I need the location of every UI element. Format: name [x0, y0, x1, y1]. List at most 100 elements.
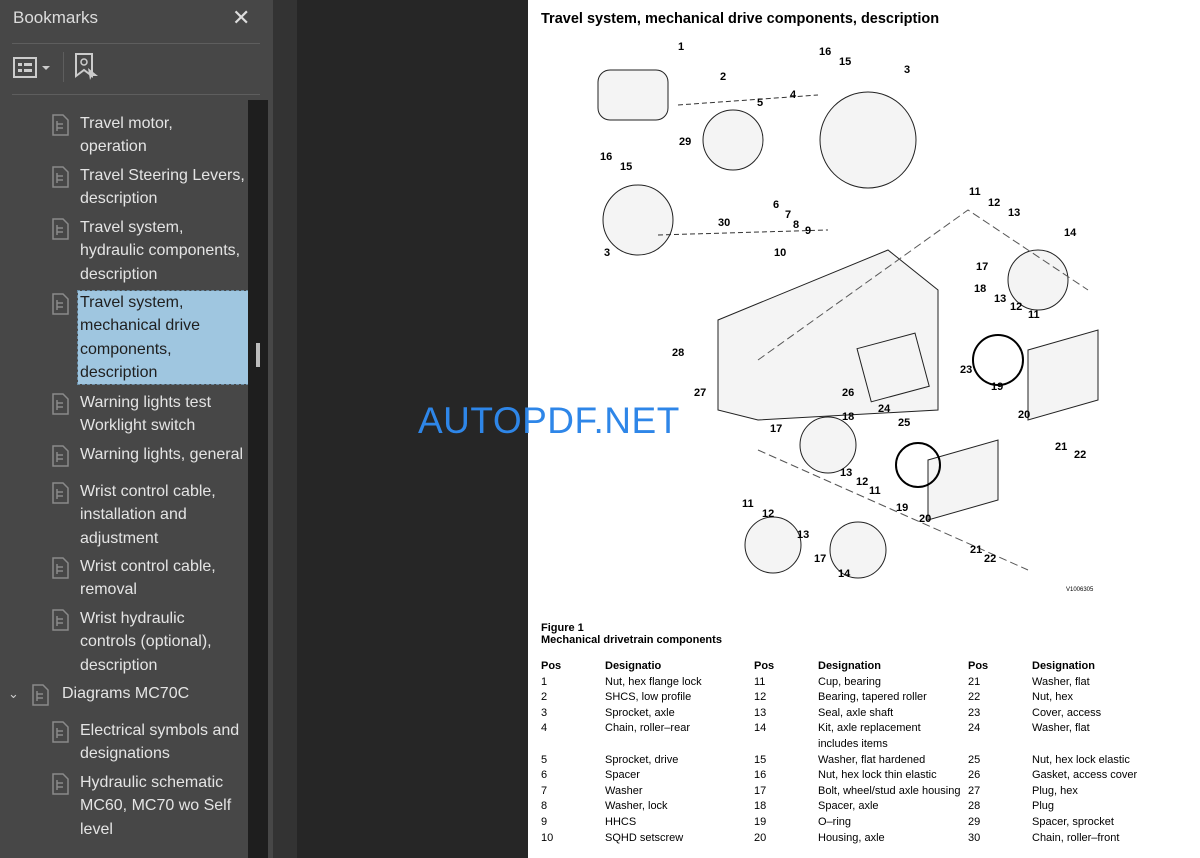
table-cell: 30 — [968, 831, 981, 844]
table-cell: 13 — [754, 706, 767, 719]
part-callout: 22 — [1074, 449, 1086, 461]
table-cell: 15 — [754, 753, 767, 766]
table-cell: 9 — [541, 815, 548, 828]
part-callout: 26 — [842, 387, 854, 399]
figure-caption-text: Mechanical drivetrain components — [541, 634, 722, 646]
bookmark-item[interactable]: Warning lights, general — [48, 443, 248, 467]
table-cell: HHCS — [605, 815, 637, 828]
divider — [12, 94, 260, 95]
panel-divider[interactable]: ◀ — [273, 0, 562, 858]
table-cell: 3 — [541, 706, 548, 719]
part-callout: 21 — [1055, 441, 1067, 453]
bookmark-label: Wrist control cable, removal — [78, 555, 248, 602]
table-cell: SQHD setscrew — [605, 831, 684, 844]
table-cell: 25 — [968, 753, 981, 766]
table-cell: Seal, axle shaft — [818, 706, 894, 719]
bookmark-item[interactable]: ⌄ Diagrams MC70C — [8, 682, 208, 706]
bookmark-label-line: Wrist control cable, — [80, 558, 216, 575]
part-callout: 11 — [969, 186, 981, 198]
scrollbar-thumb[interactable] — [256, 343, 260, 367]
list-options-icon[interactable] — [13, 56, 53, 80]
table-cell: 29 — [968, 815, 981, 828]
axle-sprocket — [602, 184, 674, 256]
part-callout: 9 — [805, 225, 811, 237]
column-header: Designatio — [605, 660, 662, 672]
divider — [63, 52, 64, 82]
bookmark-item[interactable]: Electrical symbols and designations — [48, 719, 248, 766]
bookmark-label-line: Travel motor, — [80, 115, 173, 132]
close-icon[interactable]: ✕ — [232, 5, 250, 31]
bookmark-label: Warning lights test Worklight switch — [78, 391, 248, 438]
table-row: 5 Sprocket, drive 15 Washer, flat hardened 2… — [541, 753, 1162, 769]
bookmark-page-icon — [52, 166, 69, 188]
part-callout: 11 — [1028, 309, 1040, 321]
bookmark-label-line: mechanical drive — [80, 317, 201, 335]
bookmark-label-line: Worklight switch — [80, 417, 196, 435]
bookmark-page-icon — [52, 445, 69, 467]
bookmark-page-icon — [52, 393, 69, 415]
travel-motor — [597, 69, 669, 121]
bookmark-item[interactable]: Wrist control cable, removal — [48, 555, 248, 602]
bookmark-label-line: installation and — [80, 506, 187, 524]
table-cell: 18 — [754, 800, 767, 813]
table-cell: 2 — [541, 691, 548, 704]
table-cell: 6 — [541, 769, 548, 782]
bookmark-label-line: Wrist hydraulic — [80, 610, 185, 627]
table-cell: 12 — [754, 691, 767, 704]
figure-caption: Figure 1 Mechanical drivetrain component… — [541, 622, 722, 646]
part-callout: 1 — [678, 41, 684, 53]
part-callout: 17 — [770, 423, 782, 435]
bookmark-item[interactable]: Wrist control cable, installation and adju… — [48, 480, 248, 550]
part-callout: 20 — [919, 513, 931, 525]
bookmark-label: Travel motor, operation — [78, 112, 248, 159]
table-cell: 11 — [754, 675, 766, 688]
bookmark-label-line: adjustment — [80, 529, 159, 547]
part-callout: 28 — [672, 347, 684, 359]
bookmark-item[interactable]: Hydraulic schematic MC60, MC70 wo Self lev… — [48, 771, 248, 841]
table-cell: Spacer, axle — [818, 800, 879, 813]
bookmark-label-line: Travel system, — [80, 219, 184, 236]
part-callout: 5 — [757, 97, 763, 109]
bookmark-item[interactable]: Travel Steering Levers, description — [48, 164, 248, 211]
table-cell: Washer, flat — [1032, 675, 1090, 688]
chevron-down-icon[interactable]: ⌄ — [8, 682, 19, 705]
table-cell: Sprocket, drive — [605, 753, 679, 766]
scrollbar[interactable] — [248, 100, 268, 858]
part-callout: 12 — [1010, 301, 1022, 313]
part-callout: 13 — [1008, 207, 1020, 219]
table-cell: 22 — [968, 691, 981, 704]
bookmark-label: Warning lights, general — [78, 443, 248, 466]
bookmark-find-icon[interactable] — [74, 52, 100, 82]
table-cell: Cover, access — [1032, 706, 1102, 719]
bookmark-label-line: description — [80, 265, 158, 283]
axle-sprocket — [819, 91, 917, 189]
bookmark-item[interactable]: Travel system, mechanical drive components… — [48, 289, 248, 386]
table-cell: Plug — [1032, 800, 1055, 813]
part-callout: 17 — [976, 261, 988, 273]
image-code: V1006305 — [1066, 587, 1094, 593]
part-callout: 18 — [842, 411, 854, 423]
bookmark-item[interactable]: Wrist hydraulic controls (optional), descr… — [48, 607, 248, 677]
part-callout: 8 — [793, 219, 799, 231]
part-callout: 17 — [814, 553, 826, 565]
bookmark-item[interactable]: Travel system, hydraulic components, descr… — [48, 216, 248, 286]
o-ring — [972, 334, 1024, 386]
column-header: Pos — [541, 660, 562, 672]
part-callout: 16 — [819, 46, 831, 58]
table-cell: 14 — [754, 722, 767, 735]
column-header: Designation — [818, 660, 881, 672]
bookmark-item[interactable]: Travel motor, operation — [48, 112, 248, 159]
part-callout: 15 — [839, 56, 851, 68]
table-cell: 19 — [754, 815, 767, 828]
bookmark-label-line: description — [80, 363, 158, 381]
bookmarks-panel: Bookmarks ✕ Travel motor, operation Travel… — [0, 0, 273, 858]
bookmark-label-line: Wrist control cable, — [80, 483, 216, 500]
bookmark-page-icon — [52, 609, 69, 631]
table-cell: 27 — [968, 784, 981, 797]
axle-housing — [1027, 329, 1099, 421]
table-row: 7 Washer 17 Bolt, wheel/stud axle housing 27… — [541, 784, 1162, 800]
bookmark-item[interactable]: Warning lights test Worklight switch — [48, 391, 248, 438]
part-callout: 15 — [620, 161, 632, 173]
parts-table: Pos Designatio Pos Designation Pos Designatio… — [541, 659, 1162, 846]
bookmark-page-icon — [52, 482, 69, 504]
